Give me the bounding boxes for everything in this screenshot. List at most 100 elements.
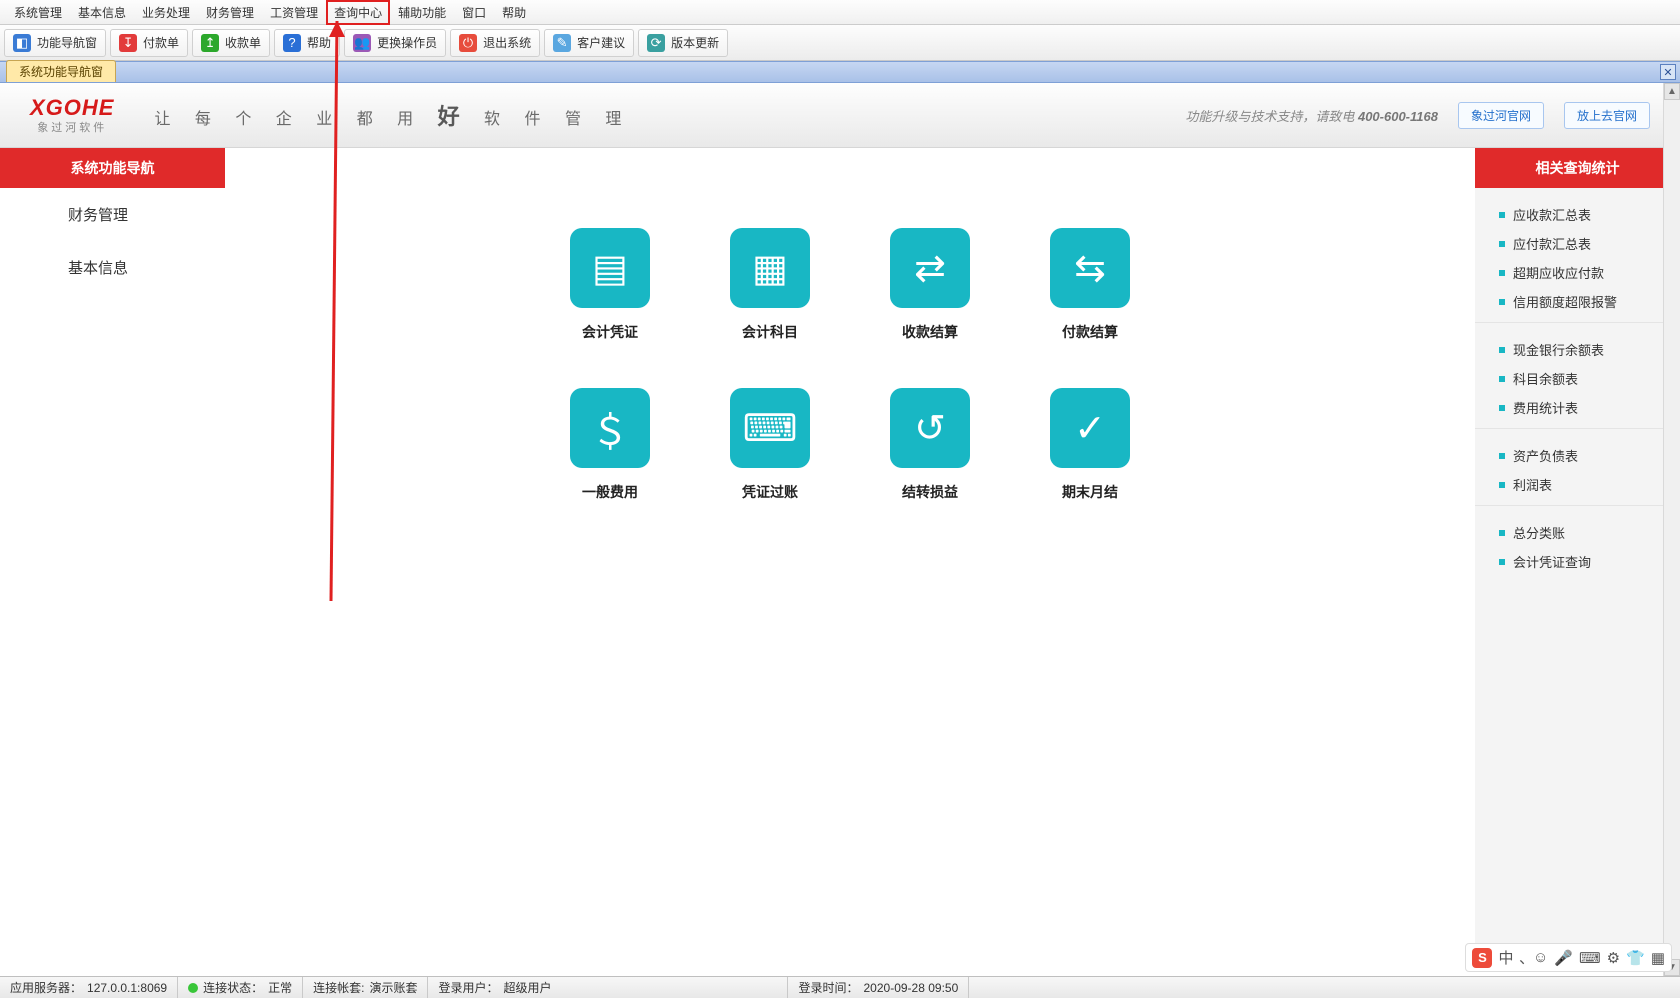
menu-查询中心[interactable]: 查询中心 — [326, 0, 390, 25]
tile-会计科目[interactable]: ▦ 会计科目 — [690, 228, 850, 388]
leftnav-item-基本信息[interactable]: 基本信息 — [0, 241, 225, 294]
ime-toolbar[interactable]: S 中 ､ ☺ 🎤 ⌨ ⚙ 👕 ▦ — [1465, 943, 1672, 972]
会计科目-icon: ▦ — [730, 228, 810, 308]
menu-财务管理[interactable]: 财务管理 — [198, 0, 262, 25]
ime-btn[interactable]: ▦ — [1651, 949, 1665, 967]
ime-btn[interactable]: ､ — [1519, 947, 1527, 968]
window-tab-strip: 系统功能导航窗 ✕ — [0, 61, 1680, 83]
query-link-费用统计表[interactable]: 费用统计表 — [1499, 393, 1680, 422]
toolbar: ◧功能导航窗↧付款单↥收款单?帮助👥更换操作员⏻退出系统✎客户建议⟳版本更新 — [0, 25, 1680, 61]
更换操作员-icon: 👥 — [353, 34, 371, 52]
tile-会计凭证[interactable]: ▤ 会计凭证 — [530, 228, 690, 388]
query-link-现金银行余额表[interactable]: 现金银行余额表 — [1499, 335, 1680, 364]
status-login-time: 登录时间：2020-09-28 09:50 — [788, 977, 969, 998]
query-link-会计凭证查询[interactable]: 会计凭证查询 — [1499, 547, 1680, 576]
official-site-button[interactable]: 象过河官网 — [1458, 102, 1544, 129]
toolbar-付款单[interactable]: ↧付款单 — [110, 29, 188, 57]
query-link-超期应收应付款[interactable]: 超期应收应付款 — [1499, 258, 1680, 287]
menu-业务处理[interactable]: 业务处理 — [134, 0, 198, 25]
toolbar-帮助[interactable]: ?帮助 — [274, 29, 340, 57]
凭证过账-icon: ⌨ — [730, 388, 810, 468]
toolbar-版本更新[interactable]: ⟳版本更新 — [638, 29, 728, 57]
status-account: 连接帐套:演示账套 — [303, 977, 428, 998]
ime-btn[interactable]: 中 — [1498, 947, 1513, 968]
query-link-应收款汇总表[interactable]: 应收款汇总表 — [1499, 200, 1680, 229]
tile-结转损益[interactable]: ↺ 结转损益 — [850, 388, 1010, 548]
tile-一般费用[interactable]: ＄ 一般费用 — [530, 388, 690, 548]
upload-site-button[interactable]: 放上去官网 — [1564, 102, 1650, 129]
结转损益-icon: ↺ — [890, 388, 970, 468]
left-nav: 系统功能导航 财务管理基本信息 — [0, 148, 225, 964]
ime-btn[interactable]: 🎤 — [1554, 949, 1573, 967]
版本更新-icon: ⟳ — [647, 34, 665, 52]
menu-帮助[interactable]: 帮助 — [494, 0, 534, 25]
menu-基本信息[interactable]: 基本信息 — [70, 0, 134, 25]
ime-logo-icon[interactable]: S — [1472, 948, 1492, 968]
status-bar: 应用服务器：127.0.0.1:8069 连接状态：正常 连接帐套:演示账套 登… — [0, 976, 1680, 998]
帮助-icon: ? — [283, 34, 301, 52]
query-link-科目余额表[interactable]: 科目余额表 — [1499, 364, 1680, 393]
收款单-icon: ↥ — [201, 34, 219, 52]
logo-subtitle: 象过河软件 — [37, 119, 107, 135]
tile-label: 期末月结 — [1062, 482, 1118, 502]
一般费用-icon: ＄ — [570, 388, 650, 468]
center-content: ▤ 会计凭证 ▦ 会计科目 ⇄ 收款结算 ⇆ 付款结算 ＄ 一般费用 ⌨ 凭证过账 ↺ 结转损益 ✓ 期末月结 — [225, 148, 1475, 964]
付款结算-icon: ⇆ — [1050, 228, 1130, 308]
status-dot-icon — [188, 983, 198, 993]
status-server: 应用服务器：127.0.0.1:8069 — [0, 977, 178, 998]
ime-btn[interactable]: ☺ — [1533, 949, 1548, 966]
query-link-应付款汇总表[interactable]: 应付款汇总表 — [1499, 229, 1680, 258]
ime-btn[interactable]: 👕 — [1626, 949, 1645, 967]
tile-label: 会计凭证 — [582, 322, 638, 342]
退出系统-icon: ⏻ — [459, 34, 477, 52]
query-link-利润表[interactable]: 利润表 — [1499, 470, 1680, 499]
tile-label: 收款结算 — [902, 322, 958, 342]
toolbar-收款单[interactable]: ↥收款单 — [192, 29, 270, 57]
main-area: 系统功能导航 财务管理基本信息 ▤ 会计凭证 ▦ 会计科目 ⇄ 收款结算 ⇆ 付款结算 ＄ 一般费… — [0, 148, 1680, 964]
toolbar-客户建议[interactable]: ✎客户建议 — [544, 29, 634, 57]
tile-收款结算[interactable]: ⇄ 收款结算 — [850, 228, 1010, 388]
window-tab-active[interactable]: 系统功能导航窗 — [6, 60, 116, 82]
tile-label: 一般费用 — [582, 482, 638, 502]
toolbar-功能导航窗[interactable]: ◧功能导航窗 — [4, 29, 106, 57]
logo-name: XGOHE — [30, 95, 114, 121]
menu-工资管理[interactable]: 工资管理 — [262, 0, 326, 25]
期末月结-icon: ✓ — [1050, 388, 1130, 468]
leftnav-item-财务管理[interactable]: 财务管理 — [0, 188, 225, 241]
tile-凭证过账[interactable]: ⌨ 凭证过账 — [690, 388, 850, 548]
ime-btn[interactable]: ⚙ — [1607, 949, 1620, 967]
menu-辅助功能[interactable]: 辅助功能 — [390, 0, 454, 25]
客户建议-icon: ✎ — [553, 34, 571, 52]
logo: XGOHE 象过河软件 — [30, 95, 114, 135]
query-link-信用额度超限报警[interactable]: 信用额度超限报警 — [1499, 287, 1680, 316]
support-text: 功能升级与技术支持，请致电 400-600-1168 — [1185, 106, 1438, 125]
query-link-总分类账[interactable]: 总分类账 — [1499, 518, 1680, 547]
menu-系统管理[interactable]: 系统管理 — [6, 0, 70, 25]
right-panel: 相关查询统计 应收款汇总表应付款汇总表超期应收应付款信用额度超限报警现金银行余额… — [1475, 148, 1680, 964]
tile-label: 付款结算 — [1062, 322, 1118, 342]
ime-btn[interactable]: ⌨ — [1579, 949, 1601, 967]
status-user: 登录用户：超级用户 — [428, 977, 788, 998]
query-link-资产负债表[interactable]: 资产负债表 — [1499, 441, 1680, 470]
tile-label: 会计科目 — [742, 322, 798, 342]
功能导航窗-icon: ◧ — [13, 34, 31, 52]
tagline: 让 每 个 企 业 都 用 好 软 件 管 理 — [154, 99, 631, 131]
tile-期末月结[interactable]: ✓ 期末月结 — [1010, 388, 1170, 548]
status-connection: 连接状态：正常 — [178, 977, 303, 998]
close-icon[interactable]: ✕ — [1660, 64, 1676, 80]
toolbar-更换操作员[interactable]: 👥更换操作员 — [344, 29, 446, 57]
tile-label: 凭证过账 — [742, 482, 798, 502]
toolbar-退出系统[interactable]: ⏻退出系统 — [450, 29, 540, 57]
付款单-icon: ↧ — [119, 34, 137, 52]
收款结算-icon: ⇄ — [890, 228, 970, 308]
会计凭证-icon: ▤ — [570, 228, 650, 308]
left-nav-header: 系统功能导航 — [0, 148, 225, 188]
scroll-up-icon[interactable]: ▲ — [1664, 83, 1680, 100]
tile-label: 结转损益 — [902, 482, 958, 502]
banner: XGOHE 象过河软件 让 每 个 企 业 都 用 好 软 件 管 理 功能升级… — [0, 83, 1680, 148]
tile-付款结算[interactable]: ⇆ 付款结算 — [1010, 228, 1170, 388]
menu-bar: 系统管理基本信息业务处理财务管理工资管理查询中心辅助功能窗口帮助 — [0, 0, 1680, 25]
menu-窗口[interactable]: 窗口 — [454, 0, 494, 25]
vertical-scrollbar[interactable]: ▲ ▼ — [1663, 83, 1680, 976]
right-panel-header: 相关查询统计 — [1475, 148, 1680, 188]
